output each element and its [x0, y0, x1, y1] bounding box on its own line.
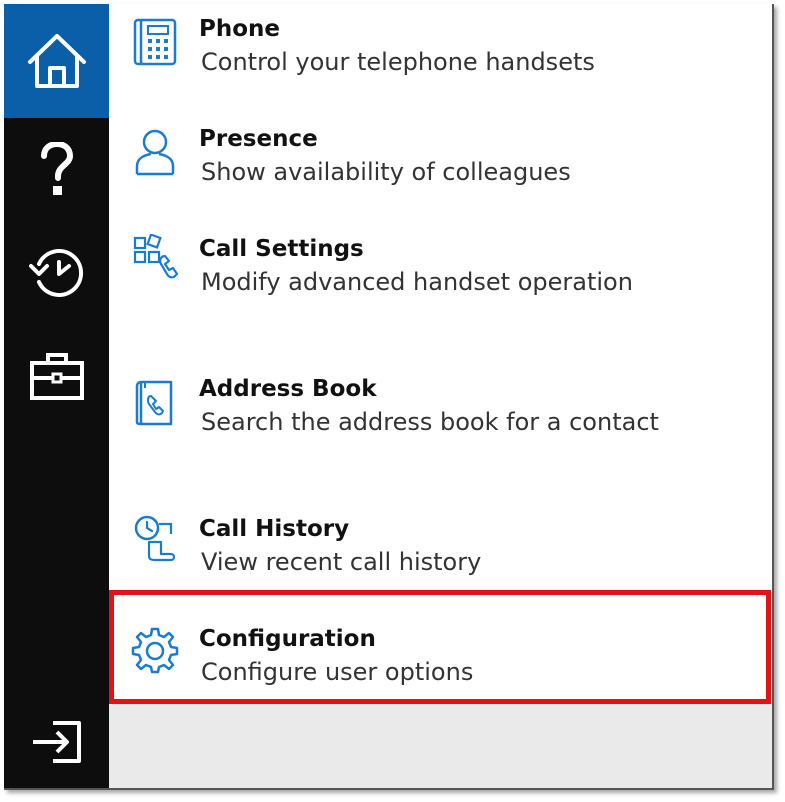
person-icon	[135, 129, 175, 176]
sidebar-item-history[interactable]	[4, 222, 109, 322]
menu-item-address-book[interactable]: Address Book Search the address book for…	[109, 338, 772, 472]
menu-item-title: Phone	[199, 16, 281, 42]
clock-history-icon	[28, 249, 83, 297]
sidebar-item-home[interactable]	[4, 4, 109, 118]
sign-in-icon	[32, 721, 81, 763]
call-history-icon	[134, 515, 176, 562]
phone-keypad-icon	[133, 18, 177, 66]
sidebar-item-exit[interactable]	[4, 694, 109, 788]
main-menu: Phone Control your telephone handsets Pr…	[109, 4, 772, 788]
menu-item-title: Address Book	[199, 376, 377, 402]
briefcase-icon	[29, 353, 84, 400]
menu-item-phone[interactable]: Phone Control your telephone handsets	[109, 4, 772, 108]
menu-item-description: View recent call history	[201, 548, 482, 576]
menu-item-title: Call Settings	[199, 236, 364, 262]
sidebar-item-help[interactable]	[4, 122, 109, 218]
screenshot-frame: Phone Control your telephone handsets Pr…	[0, 0, 785, 802]
sidebar-item-tools[interactable]	[4, 326, 109, 426]
call-settings-icon	[133, 234, 179, 279]
menu-item-description: Show availability of colleagues	[201, 158, 571, 186]
menu-item-configuration[interactable]: Configuration Configure user options	[109, 590, 772, 704]
gear-icon	[131, 627, 179, 674]
menu-item-title: Configuration	[199, 626, 376, 652]
app-window: Phone Control your telephone handsets Pr…	[4, 4, 774, 790]
menu-item-call-history[interactable]: Call History View recent call history	[109, 472, 772, 590]
menu-item-description: Modify advanced handset operation	[201, 268, 633, 296]
sidebar	[4, 4, 109, 788]
question-icon	[40, 142, 73, 195]
menu-item-description: Search the address book for a contact	[201, 408, 659, 436]
menu-item-description: Control your telephone handsets	[201, 48, 595, 76]
menu-item-description: Configure user options	[201, 658, 474, 686]
empty-footer-area	[109, 704, 772, 788]
menu-item-title: Call History	[199, 516, 350, 542]
menu-item-presence[interactable]: Presence Show availability of colleagues	[109, 108, 772, 218]
menu-item-call-settings[interactable]: Call Settings Modify advanced handset op…	[109, 218, 772, 338]
home-icon	[27, 34, 86, 88]
address-book-icon	[135, 380, 173, 426]
menu-item-title: Presence	[199, 126, 318, 152]
